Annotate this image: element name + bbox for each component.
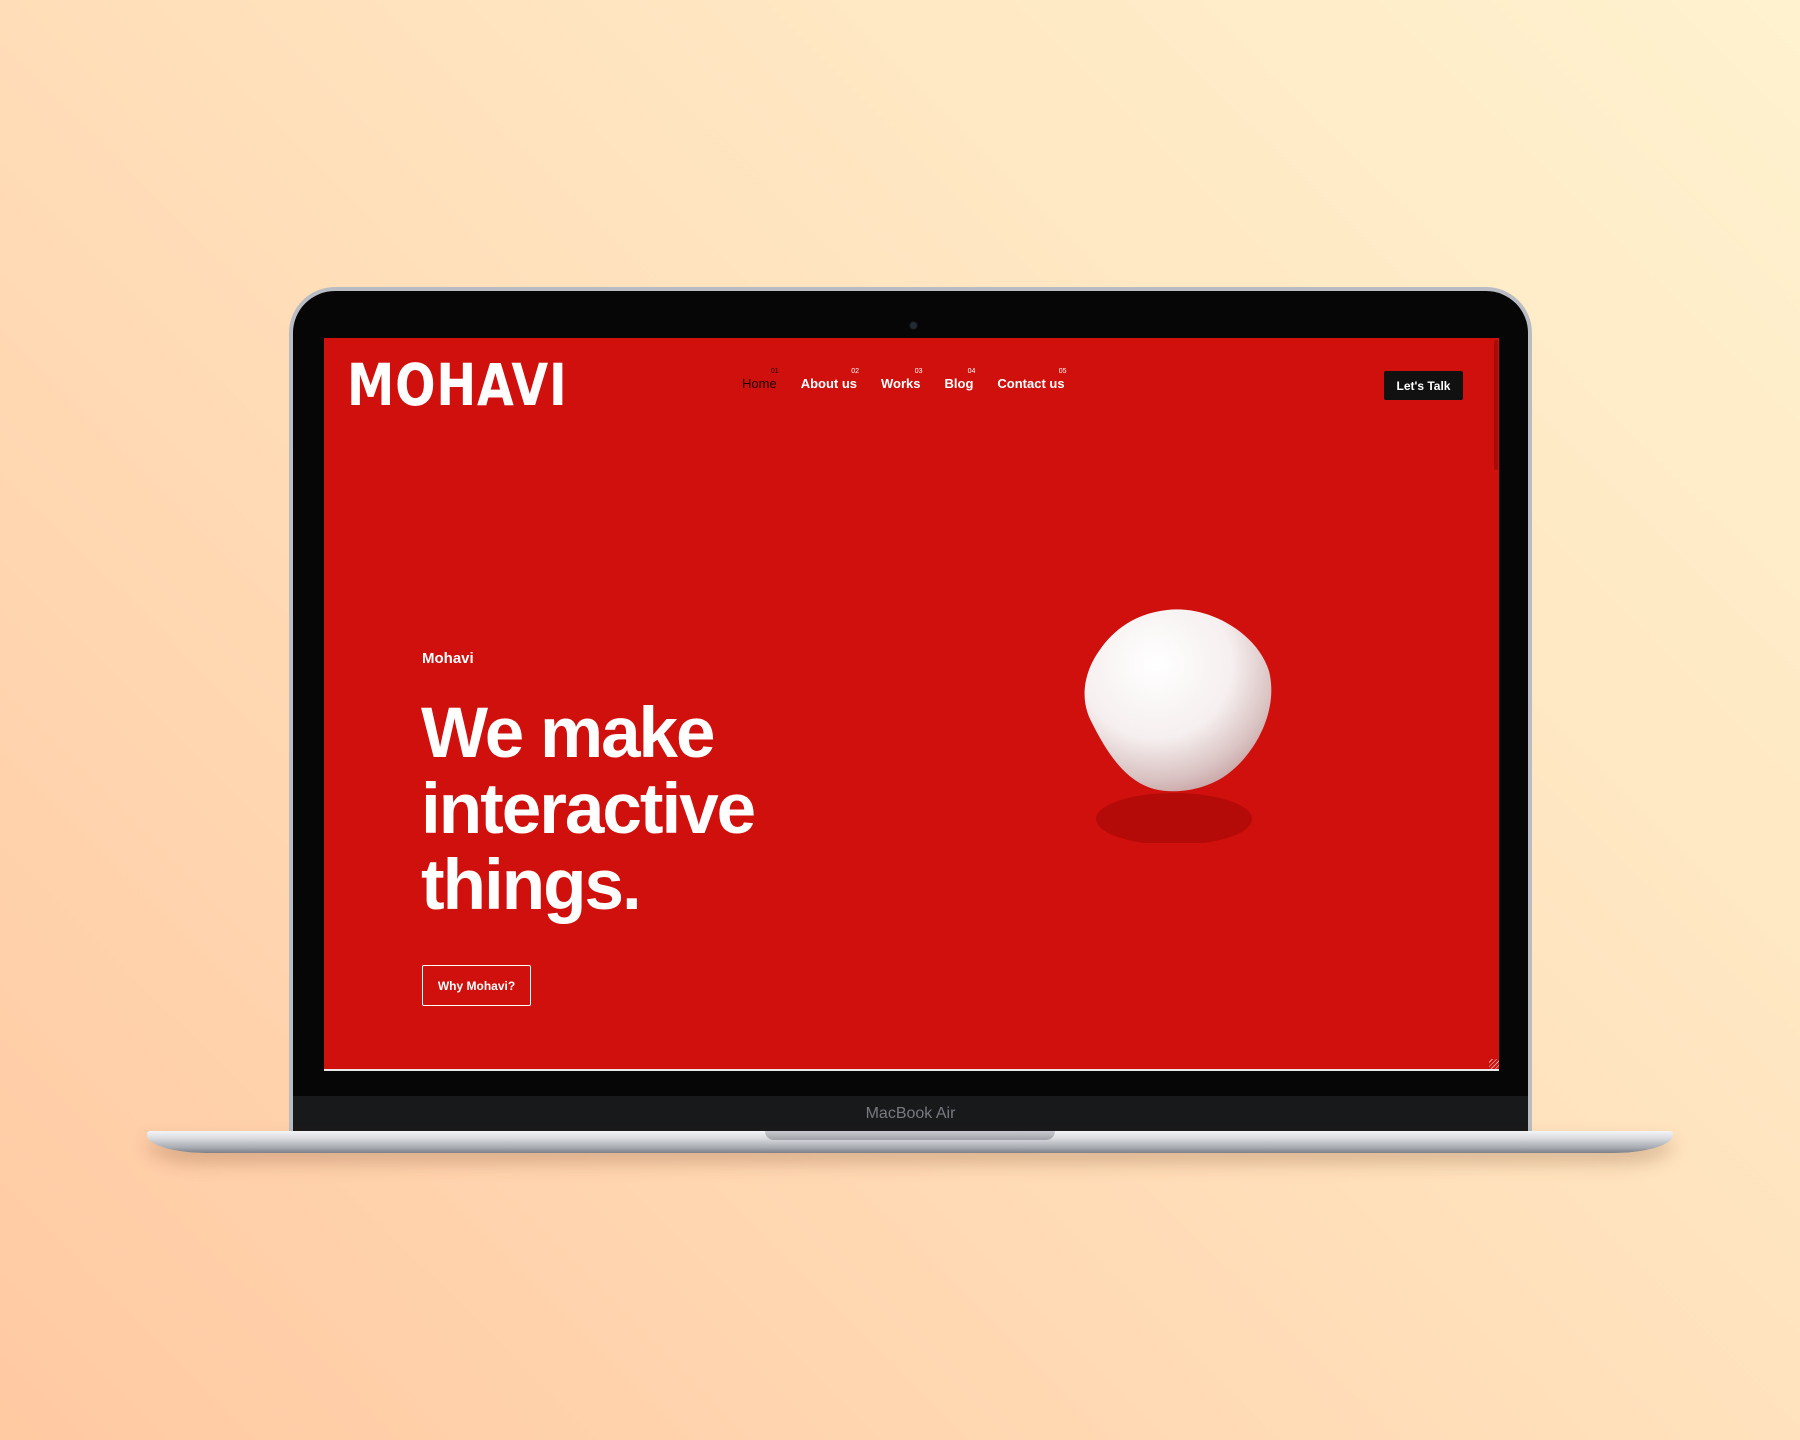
main-navigation: 01 Home 02 About us 03 Works 04 Blog 05 … xyxy=(742,368,1067,391)
nav-item-number: 02 xyxy=(851,368,860,375)
site-logo[interactable]: MOHAVI xyxy=(347,356,568,414)
laptop-opening-notch xyxy=(765,1131,1055,1140)
nav-item-blog[interactable]: 04 Blog xyxy=(944,368,976,391)
laptop-base xyxy=(147,1131,1673,1153)
nav-item-label: About us xyxy=(800,376,858,391)
nav-item-home[interactable]: 01 Home xyxy=(742,368,779,391)
nav-item-label: Blog xyxy=(944,376,974,391)
nav-item-label: Contact us xyxy=(997,376,1065,391)
resize-grip-icon[interactable] xyxy=(1489,1059,1499,1069)
why-mohavi-button[interactable]: Why Mohavi? xyxy=(422,965,531,1006)
device-model-label: MacBook Air xyxy=(293,1096,1528,1132)
nav-item-works[interactable]: 03 Works xyxy=(881,368,923,391)
nav-item-number: 04 xyxy=(967,368,976,375)
nav-item-contact-us[interactable]: 05 Contact us xyxy=(997,368,1067,391)
website-screen: MOHAVI 01 Home 02 About us 03 Works 04 B… xyxy=(324,338,1499,1071)
hero-eyebrow: Mohavi xyxy=(422,650,474,667)
nav-item-number: 05 xyxy=(1058,368,1067,375)
scrollbar-thumb[interactable] xyxy=(1494,340,1498,470)
nav-item-about-us[interactable]: 02 About us xyxy=(800,368,860,391)
lets-talk-button[interactable]: Let's Talk xyxy=(1384,371,1463,400)
nav-item-label: Works xyxy=(881,376,921,391)
nav-item-number: 03 xyxy=(914,368,923,375)
hero-headline: We make interactive things. xyxy=(421,694,756,925)
webcam-icon xyxy=(910,322,917,329)
nav-item-label: Home xyxy=(742,376,777,391)
3d-blob-icon xyxy=(1059,593,1309,845)
nav-item-number: 01 xyxy=(770,368,779,375)
